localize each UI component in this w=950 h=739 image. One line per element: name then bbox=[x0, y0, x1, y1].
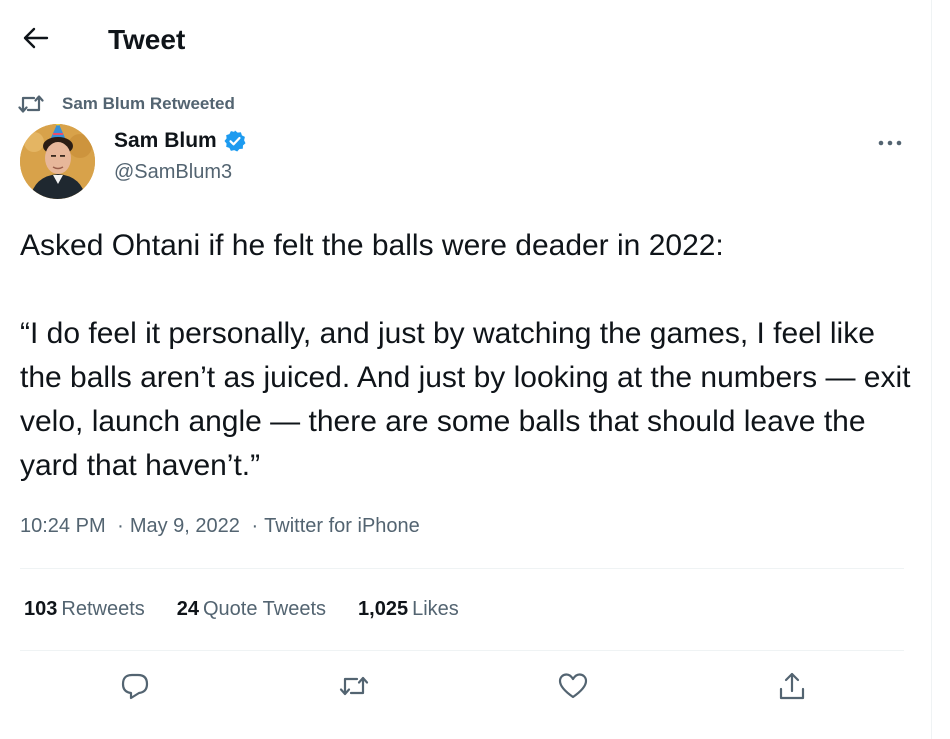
avatar[interactable] bbox=[20, 124, 95, 199]
divider bbox=[20, 568, 904, 569]
more-horizontal-icon bbox=[877, 134, 903, 152]
retweet-context-text: Sam Blum Retweeted bbox=[62, 94, 235, 113]
page-header: Tweet bbox=[0, 0, 931, 80]
like-icon bbox=[558, 672, 588, 705]
back-button[interactable] bbox=[18, 22, 54, 58]
quote-tweets-count: 24 bbox=[176, 598, 199, 620]
author-name-row[interactable]: Sam Blum bbox=[114, 128, 249, 154]
tweet-paragraph: “I do feel it personally, and just by wa… bbox=[20, 317, 911, 482]
retweets-label: Retweets bbox=[61, 598, 145, 620]
tweet-actions bbox=[20, 665, 904, 711]
retweets-count: 103 bbox=[24, 598, 58, 620]
likes-count: 1,025 bbox=[358, 598, 409, 620]
retweet-context[interactable]: Sam Blum Retweeted bbox=[18, 92, 235, 116]
retweet-button[interactable] bbox=[331, 665, 377, 711]
avatar-party-hat bbox=[20, 124, 95, 199]
quote-tweets-label: Quote Tweets bbox=[203, 598, 327, 620]
tweet-paragraph: Asked Ohtani if he felt the balls were d… bbox=[20, 229, 724, 262]
tweet-source[interactable]: Twitter for iPhone bbox=[264, 515, 420, 537]
tweet-text: Asked Ohtani if he felt the balls were d… bbox=[20, 224, 915, 488]
page-title: Tweet bbox=[108, 24, 186, 55]
retweet-icon bbox=[18, 92, 48, 116]
likes-label: Likes bbox=[412, 598, 459, 620]
retweets-stat[interactable]: 103 Retweets bbox=[24, 594, 145, 624]
tweet-stats: 103 Retweets 24 Quote Tweets 1,025 Likes bbox=[24, 594, 491, 624]
separator: · bbox=[117, 515, 124, 537]
quote-tweets-stat[interactable]: 24 Quote Tweets bbox=[177, 594, 326, 624]
tweet-time[interactable]: 10:24 PM bbox=[20, 515, 106, 537]
verified-badge-icon bbox=[223, 128, 249, 154]
retweet-icon bbox=[339, 674, 369, 703]
separator: · bbox=[251, 515, 259, 537]
divider bbox=[20, 650, 904, 651]
more-options-button[interactable] bbox=[872, 128, 908, 158]
tweet-meta: 10:24 PM · May 9, 2022 · Twitter for iPhon… bbox=[20, 512, 420, 540]
timeline-border bbox=[931, 0, 932, 739]
reply-button[interactable] bbox=[112, 665, 158, 711]
share-button[interactable] bbox=[769, 665, 815, 711]
like-button[interactable] bbox=[550, 665, 596, 711]
reply-icon bbox=[120, 672, 150, 705]
tweet-date[interactable]: May 9, 2022 bbox=[130, 515, 240, 537]
author-name: Sam Blum bbox=[114, 129, 217, 152]
likes-stat[interactable]: 1,025 Likes bbox=[358, 594, 459, 624]
author-handle[interactable]: @SamBlum3 bbox=[114, 161, 232, 184]
share-icon bbox=[778, 671, 806, 706]
arrow-left-icon bbox=[23, 27, 49, 54]
